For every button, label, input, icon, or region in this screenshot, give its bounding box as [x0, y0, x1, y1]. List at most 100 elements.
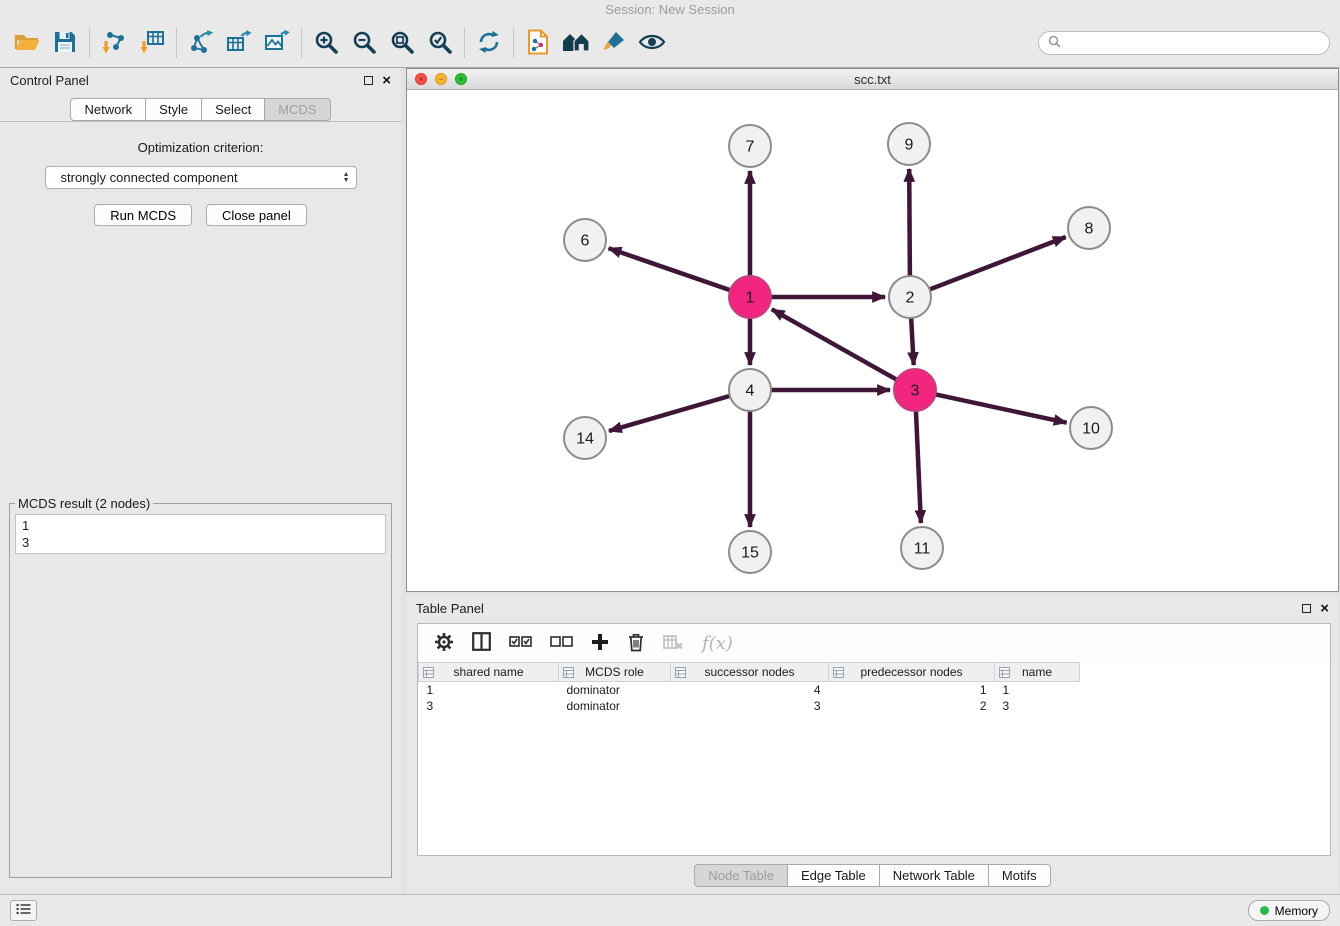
float-table-panel-icon[interactable]: [1302, 604, 1311, 613]
zoom-fit-button[interactable]: [383, 23, 421, 63]
cell-mcds-role[interactable]: dominator: [559, 682, 671, 698]
tab-style[interactable]: Style: [145, 98, 202, 121]
network-edge-3-10[interactable]: [935, 394, 1067, 423]
column-header-mcds-role[interactable]: MCDS role: [559, 663, 671, 682]
table-header-row: shared name MCDS role successor nodes pr…: [419, 663, 1080, 682]
tab-select[interactable]: Select: [201, 98, 265, 121]
delete-table-button[interactable]: [663, 634, 684, 653]
cell-shared-name[interactable]: 3: [419, 698, 559, 714]
tab-motifs[interactable]: Motifs: [988, 864, 1051, 887]
export-network-icon: [188, 29, 214, 58]
column-header-successor-nodes[interactable]: successor nodes: [671, 663, 829, 682]
table-row[interactable]: 1 dominator 4 1 1: [419, 682, 1080, 698]
network-window-titlebar[interactable]: × − + scc.txt: [407, 69, 1338, 90]
mcds-result-list[interactable]: 1 3: [15, 514, 386, 554]
close-table-panel-icon[interactable]: ×: [1320, 603, 1329, 615]
network-node-9[interactable]: 9: [888, 123, 930, 165]
search-input[interactable]: [1067, 36, 1320, 51]
tab-edge-table[interactable]: Edge Table: [787, 864, 880, 887]
export-network-button[interactable]: [182, 23, 220, 63]
network-node-8[interactable]: 8: [1068, 207, 1110, 249]
tab-mcds[interactable]: MCDS: [264, 98, 330, 121]
cell-mcds-role[interactable]: dominator: [559, 698, 671, 714]
memory-label: Memory: [1275, 904, 1318, 918]
cell-predecessor-nodes[interactable]: 1: [829, 682, 995, 698]
refresh-button[interactable]: [470, 23, 508, 63]
memory-button[interactable]: Memory: [1248, 900, 1330, 921]
network-node-7[interactable]: 7: [729, 125, 771, 167]
show-columns-button[interactable]: [472, 632, 491, 654]
network-node-15[interactable]: 15: [729, 531, 771, 573]
import-network-button[interactable]: [95, 23, 133, 63]
column-header-name[interactable]: name: [995, 663, 1080, 682]
network-node-3[interactable]: 3: [894, 369, 936, 411]
cell-shared-name[interactable]: 1: [419, 682, 559, 698]
add-column-button[interactable]: [591, 633, 609, 654]
maximize-window-icon[interactable]: +: [455, 73, 467, 85]
float-panel-icon[interactable]: [364, 76, 373, 85]
network-edge-3-11[interactable]: [916, 410, 921, 523]
cell-successor-nodes[interactable]: 4: [671, 682, 829, 698]
neighbors-button[interactable]: [557, 23, 595, 63]
network-document-button[interactable]: [519, 23, 557, 63]
network-edge-2-9[interactable]: [909, 169, 910, 277]
optimization-dropdown[interactable]: strongly connected component ▲▼: [45, 166, 357, 189]
tab-network-table[interactable]: Network Table: [879, 864, 989, 887]
network-node-2[interactable]: 2: [889, 276, 931, 318]
export-table-button[interactable]: [220, 23, 258, 63]
status-bar: Memory: [0, 894, 1340, 926]
network-edge-3-1[interactable]: [772, 309, 898, 380]
close-panel-icon[interactable]: ×: [382, 75, 391, 87]
export-image-icon: [264, 29, 290, 58]
open-session-button[interactable]: [8, 23, 46, 63]
tab-node-table[interactable]: Node Table: [694, 864, 788, 887]
zoom-out-button[interactable]: [345, 23, 383, 63]
minimize-window-icon[interactable]: −: [435, 73, 447, 85]
zoom-selected-button[interactable]: [421, 23, 459, 63]
table-settings-button[interactable]: [434, 632, 454, 655]
table-panel-tabs: Node Table Edge Table Network Table Moti…: [406, 856, 1339, 894]
cell-successor-nodes[interactable]: 3: [671, 698, 829, 714]
network-node-14[interactable]: 14: [564, 417, 606, 459]
import-table-button[interactable]: [133, 23, 171, 63]
visibility-button[interactable]: [633, 23, 671, 63]
deselect-all-button[interactable]: [550, 635, 573, 652]
column-type-icon: [675, 667, 686, 681]
main-toolbar: [0, 19, 1340, 68]
close-panel-button[interactable]: Close panel: [206, 204, 307, 226]
tab-network[interactable]: Network: [70, 98, 146, 121]
network-node-1[interactable]: 1: [729, 276, 771, 318]
network-edge-1-6[interactable]: [609, 248, 732, 290]
node-label-11: 11: [914, 541, 931, 558]
select-all-button[interactable]: [509, 635, 532, 652]
houses-icon: [562, 30, 590, 57]
network-canvas[interactable]: 7 9 6 8 1 2 4 3 14 10 15 11: [407, 90, 1338, 591]
network-edge-2-3[interactable]: [911, 317, 914, 365]
network-node-6[interactable]: 6: [564, 219, 606, 261]
search-box[interactable]: [1038, 31, 1330, 55]
function-builder-button[interactable]: f(x): [702, 633, 733, 654]
column-header-predecessor-nodes[interactable]: predecessor nodes: [829, 663, 995, 682]
table-row[interactable]: 3 dominator 3 2 3: [419, 698, 1080, 714]
zoom-in-button[interactable]: [307, 23, 345, 63]
toolbar-separator: [176, 28, 177, 58]
apply-style-button[interactable]: [595, 23, 633, 63]
network-edge-4-14[interactable]: [609, 396, 731, 431]
status-menu-button[interactable]: [10, 900, 37, 921]
close-window-icon[interactable]: ×: [415, 73, 427, 85]
cell-name[interactable]: 3: [995, 698, 1080, 714]
save-session-button[interactable]: [46, 23, 84, 63]
network-node-11[interactable]: 11: [901, 527, 943, 569]
trash-icon: [627, 632, 645, 655]
cell-predecessor-nodes[interactable]: 2: [829, 698, 995, 714]
delete-column-button[interactable]: [627, 632, 645, 655]
cell-name[interactable]: 1: [995, 682, 1080, 698]
save-disk-icon: [53, 30, 77, 57]
network-node-10[interactable]: 10: [1070, 407, 1112, 449]
column-header-shared-name[interactable]: shared name: [419, 663, 559, 682]
run-mcds-button[interactable]: Run MCDS: [94, 204, 192, 226]
node-label-14: 14: [576, 431, 594, 448]
network-edge-2-8[interactable]: [929, 237, 1066, 290]
network-node-4[interactable]: 4: [729, 369, 771, 411]
export-image-button[interactable]: [258, 23, 296, 63]
